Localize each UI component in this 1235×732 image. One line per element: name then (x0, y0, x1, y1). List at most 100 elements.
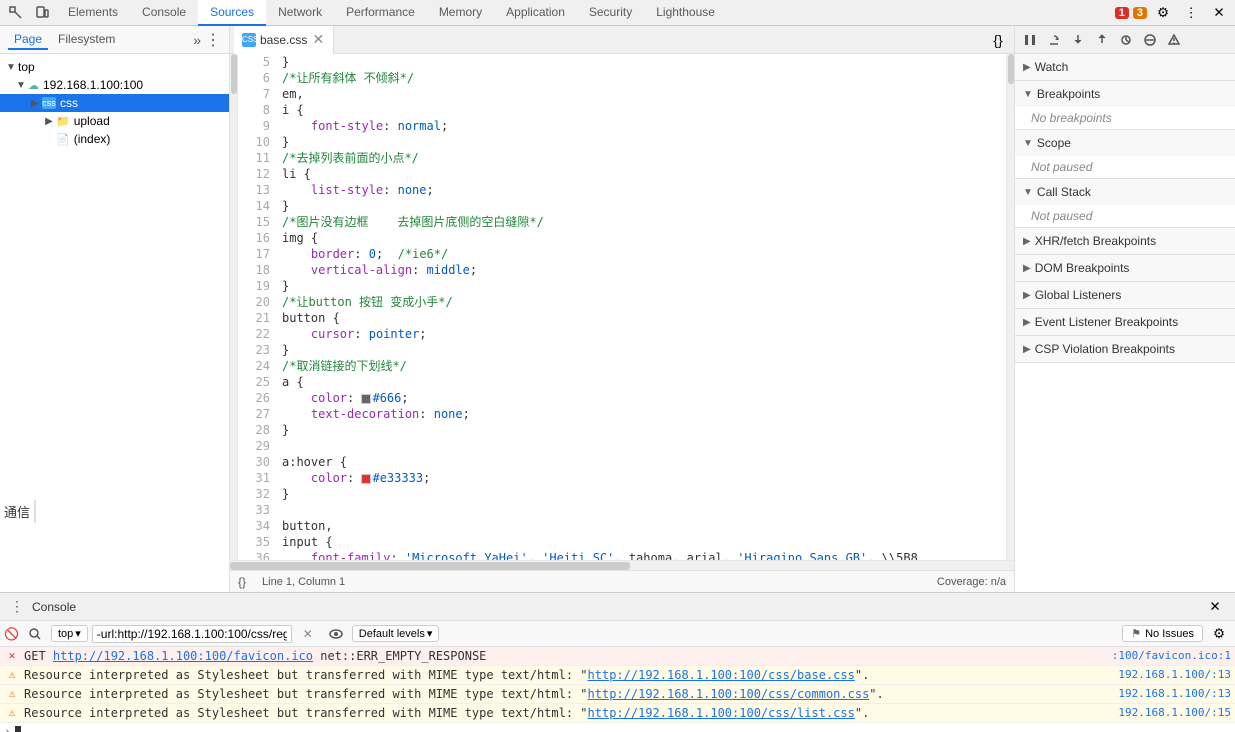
dom-arrow-icon: ▶ (1023, 263, 1031, 274)
step-out-button[interactable] (1091, 29, 1113, 51)
error-icon: ✕ (4, 649, 20, 662)
global-arrow-icon: ▶ (1023, 290, 1031, 301)
tree-label-index: (index) (74, 132, 111, 146)
inspect-icon[interactable] (4, 2, 28, 24)
console-filter-icon[interactable] (23, 623, 47, 645)
format-footer-icon[interactable]: {} (238, 575, 246, 589)
watch-header[interactable]: ▶ Watch (1015, 54, 1235, 80)
code-line-27: 27 text-decoration: none; (238, 406, 1006, 422)
step-over-button[interactable] (1043, 29, 1065, 51)
call-stack-header[interactable]: ▼ Call Stack (1015, 179, 1235, 205)
warn-location-2[interactable]: 192.168.1.100/:13 (1118, 687, 1231, 700)
console-cursor (15, 726, 21, 732)
editor-tab-basecss[interactable]: CSS base.css ✕ (234, 26, 334, 54)
file-tree-menu-icon[interactable]: ⋮ (205, 30, 221, 50)
warn-link-2[interactable]: http://192.168.1.100:100/css/common.css (588, 687, 870, 701)
no-issues-button[interactable]: ⚑ No Issues (1122, 625, 1203, 642)
tree-item-top[interactable]: ▼ top (0, 58, 229, 76)
filter-clear-icon[interactable]: ✕ (296, 623, 320, 645)
step-into-button[interactable] (1067, 29, 1089, 51)
tab-lighthouse[interactable]: Lighthouse (644, 0, 727, 26)
warn-link-1[interactable]: http://192.168.1.100:100/css/base.css (588, 668, 855, 682)
log-levels-arrow-icon: ▾ (427, 627, 433, 640)
eye-icon[interactable] (324, 623, 348, 645)
vertical-scrollbar-right[interactable] (1006, 54, 1014, 560)
breakpoints-header[interactable]: ▼ Breakpoints (1015, 81, 1235, 107)
tree-arrow-server: ▼ (14, 80, 28, 91)
global-label: Global Listeners (1035, 288, 1122, 302)
tree-item-server[interactable]: ▼ ☁ 192.168.1.100:100 (0, 76, 229, 94)
deactivate-breakpoints-button[interactable] (1139, 29, 1161, 51)
warn-location-3[interactable]: 192.168.1.100/:15 (1118, 706, 1231, 719)
watch-label: Watch (1035, 60, 1069, 74)
tab-memory[interactable]: Memory (427, 0, 494, 26)
tab-page[interactable]: Page (8, 30, 48, 50)
event-listener-arrow-icon: ▶ (1023, 317, 1031, 328)
event-listener-header[interactable]: ▶ Event Listener Breakpoints (1015, 309, 1235, 335)
console-filter-input[interactable] (92, 625, 292, 643)
console-menu-icon[interactable]: ⋮ (8, 598, 26, 615)
console-panel: ⋮ Console ✕ 🚫 top ▾ ✕ Default levels (0, 592, 1235, 732)
code-line-8: 8 i { (238, 102, 1006, 118)
console-clear-button[interactable]: 🚫 (4, 627, 19, 641)
editor-tab-close-icon[interactable]: ✕ (311, 33, 325, 47)
tab-sources[interactable]: Sources (198, 0, 266, 26)
call-stack-label: Call Stack (1037, 185, 1091, 199)
scrollbar-thumb-left (231, 54, 237, 94)
dom-header[interactable]: ▶ DOM Breakpoints (1015, 255, 1235, 281)
tree-item-css[interactable]: ▶ css css (0, 94, 229, 112)
code-line-22: 22 cursor: pointer; (238, 326, 1006, 342)
tab-security[interactable]: Security (577, 0, 644, 26)
error-location[interactable]: :100/favicon.ico:1 (1112, 649, 1231, 662)
xhr-section: ▶ XHR/fetch Breakpoints (1015, 228, 1235, 255)
scope-header[interactable]: ▼ Scope (1015, 130, 1235, 156)
code-line-21: 21 button { (238, 310, 1006, 326)
code-line-16: 16 img { (238, 230, 1006, 246)
warn-link-3[interactable]: http://192.168.1.100:100/css/list.css (588, 706, 855, 720)
warn-location-1[interactable]: 192.168.1.100/:13 (1118, 668, 1231, 681)
code-line-10: 10 } (238, 134, 1006, 150)
step-button[interactable] (1115, 29, 1137, 51)
code-line-31: 31 color: #e33333; (238, 470, 1006, 486)
xhr-header[interactable]: ▶ XHR/fetch Breakpoints (1015, 228, 1235, 254)
scope-section: ▼ Scope Not paused (1015, 130, 1235, 179)
more-options-icon[interactable]: ⋮ (1179, 2, 1203, 24)
tab-performance[interactable]: Performance (334, 0, 427, 26)
event-listener-section: ▶ Event Listener Breakpoints (1015, 309, 1235, 336)
more-tabs-icon[interactable]: » (193, 32, 201, 48)
settings-icon[interactable]: ⚙ (1151, 2, 1175, 24)
tree-label-css: css (60, 96, 78, 110)
main-area: Page Filesystem » ⋮ ▼ top ▼ ☁ 192.168.1.… (0, 26, 1235, 592)
tab-application[interactable]: Application (494, 0, 577, 26)
csp-arrow-icon: ▶ (1023, 344, 1031, 355)
call-stack-section: ▼ Call Stack Not paused (1015, 179, 1235, 228)
vertical-scrollbar-left[interactable] (230, 54, 238, 560)
horizontal-scrollbar[interactable] (230, 560, 1014, 570)
tree-item-index[interactable]: 📄 (index) (0, 130, 229, 148)
console-content: ✕ GET http://192.168.1.100:100/favicon.i… (0, 647, 1235, 732)
device-toggle-icon[interactable] (30, 2, 54, 24)
format-icon[interactable]: {} (986, 29, 1010, 51)
tab-elements[interactable]: Elements (56, 0, 130, 26)
global-header[interactable]: ▶ Global Listeners (1015, 282, 1235, 308)
code-line-13: 13 list-style: none; (238, 182, 1006, 198)
log-levels-dropdown[interactable]: Default levels ▾ (352, 625, 440, 642)
pause-button[interactable] (1019, 29, 1041, 51)
code-line-14: 14 } (238, 198, 1006, 214)
csp-header[interactable]: ▶ CSP Violation Breakpoints (1015, 336, 1235, 362)
close-devtools-icon[interactable]: ✕ (1207, 2, 1231, 24)
close-console-icon[interactable]: ✕ (1203, 596, 1227, 618)
console-row-warn-2: ⚠ Resource interpreted as Stylesheet but… (0, 685, 1235, 704)
tree-item-upload[interactable]: ▶ 📁 upload (0, 112, 229, 130)
context-dropdown[interactable]: top ▾ (51, 625, 88, 642)
tab-console[interactable]: Console (130, 0, 198, 26)
console-settings-icon[interactable]: ⚙ (1207, 623, 1231, 645)
global-section: ▶ Global Listeners (1015, 282, 1235, 309)
tab-network[interactable]: Network (266, 0, 334, 26)
error-link[interactable]: http://192.168.1.100:100/favicon.ico (53, 649, 313, 663)
code-line-11: 11 /*去掉列表前面的小点*/ (238, 150, 1006, 166)
code-editor[interactable]: 5 } 6 /*让所有斜体 不倾斜*/ 7 em, 8 (238, 54, 1006, 560)
tab-filesystem[interactable]: Filesystem (52, 30, 121, 50)
pause-on-exception-button[interactable] (1163, 29, 1185, 51)
editor-panel: CSS base.css ✕ {} 5 } (230, 26, 1014, 592)
